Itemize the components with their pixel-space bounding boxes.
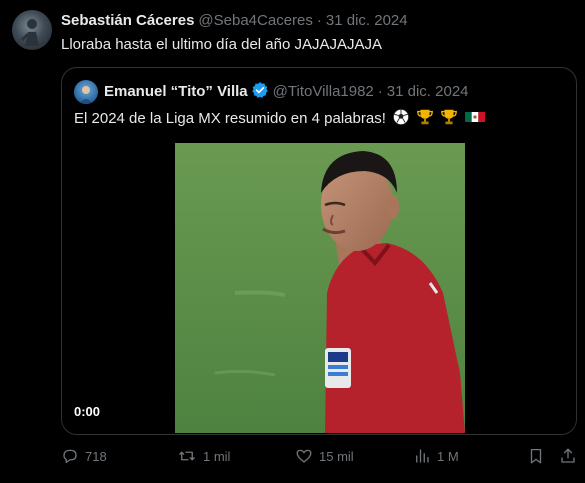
verified-icon	[251, 82, 268, 98]
like-button[interactable]: 15 mil	[295, 444, 354, 468]
quoted-text-line: El 2024 de la Liga MX resumido en 4 pala…	[74, 108, 485, 129]
views-icon	[416, 449, 429, 463]
quoted-tweet[interactable]: Emanuel “Tito” Villa @TitoVilla1982 · 31 di…	[61, 67, 577, 435]
bookmark-icon	[530, 448, 542, 464]
soccer-ball-icon	[392, 108, 410, 126]
mexico-flag-icon	[464, 112, 485, 122]
tweet-header: Sebastián Cáceres @Seba4Caceres · 31 dic. 2…	[61, 11, 408, 31]
quoted-author-avatar	[74, 80, 98, 104]
quoted-text: El 2024 de la Liga MX resumido en 4 pala…	[74, 110, 386, 127]
tweet-date[interactable]: 31 dic. 2024	[326, 12, 408, 29]
reply-button[interactable]: 718	[61, 444, 107, 468]
heart-icon	[296, 449, 312, 463]
quoted-date: 31 dic. 2024	[386, 83, 469, 100]
view-count: 1 M	[437, 448, 459, 464]
trophy-icon	[417, 109, 434, 125]
separator-dot: ·	[316, 12, 322, 29]
video-frame[interactable]	[175, 143, 465, 433]
video-player[interactable]: 0:00	[62, 140, 576, 434]
share-button[interactable]	[559, 444, 583, 468]
repost-count: 1 mil	[203, 448, 231, 464]
quoted-header: Emanuel “Tito” Villa @TitoVilla1982 · 31 di…	[104, 81, 469, 102]
reply-count: 718	[85, 448, 107, 464]
quoted-separator-dot: ·	[377, 83, 383, 100]
action-bar: 718 1 mil 15 mil 1 M	[61, 444, 577, 468]
quoted-author-name: Emanuel “Tito” Villa	[104, 83, 248, 100]
tweet-text: Lloraba hasta el ultimo día del año JAJA…	[61, 36, 383, 53]
author-name[interactable]: Sebastián Cáceres	[61, 12, 194, 29]
repost-button[interactable]: 1 mil	[177, 444, 230, 468]
repost-icon	[179, 451, 195, 461]
like-count: 15 mil	[319, 448, 354, 464]
share-icon	[561, 448, 575, 463]
reply-icon	[63, 449, 77, 464]
bookmark-button[interactable]	[527, 444, 551, 468]
views-button[interactable]: 1 M	[413, 444, 459, 468]
trophy-icon	[441, 109, 458, 125]
quoted-author-handle: @TitoVilla1982	[272, 83, 374, 100]
author-avatar[interactable]	[12, 10, 52, 50]
video-timecode: 0:00	[74, 404, 101, 419]
author-handle[interactable]: @Seba4Caceres	[198, 12, 312, 29]
tweet[interactable]: Sebastián Cáceres @Seba4Caceres · 31 dic. 2…	[0, 0, 585, 483]
referee-video-still	[175, 143, 465, 433]
